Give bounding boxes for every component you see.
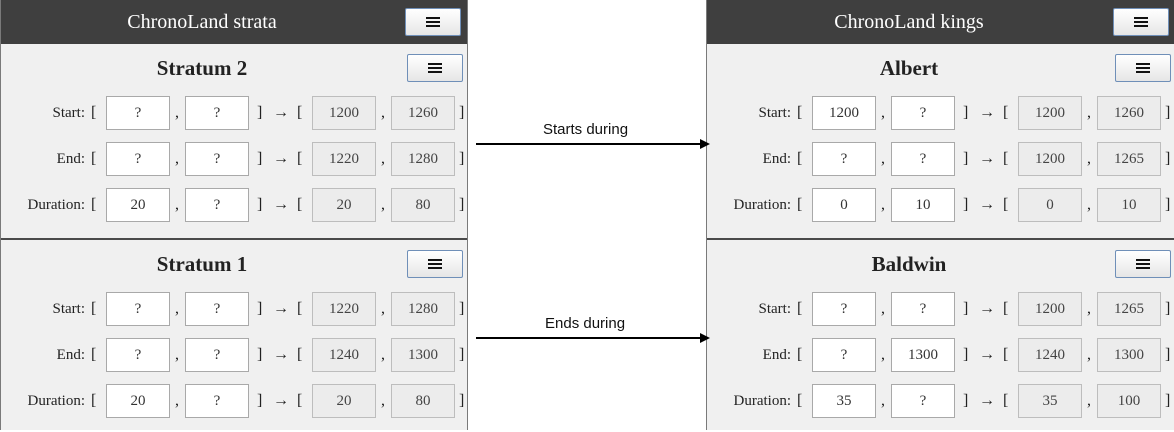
relation-label-ends-during: Ends during xyxy=(545,315,626,332)
arrowhead-icon xyxy=(700,333,710,343)
relation-arrows xyxy=(476,139,710,343)
arrowhead-icon xyxy=(700,139,710,149)
relation-label-starts-during: Starts during xyxy=(543,121,629,138)
